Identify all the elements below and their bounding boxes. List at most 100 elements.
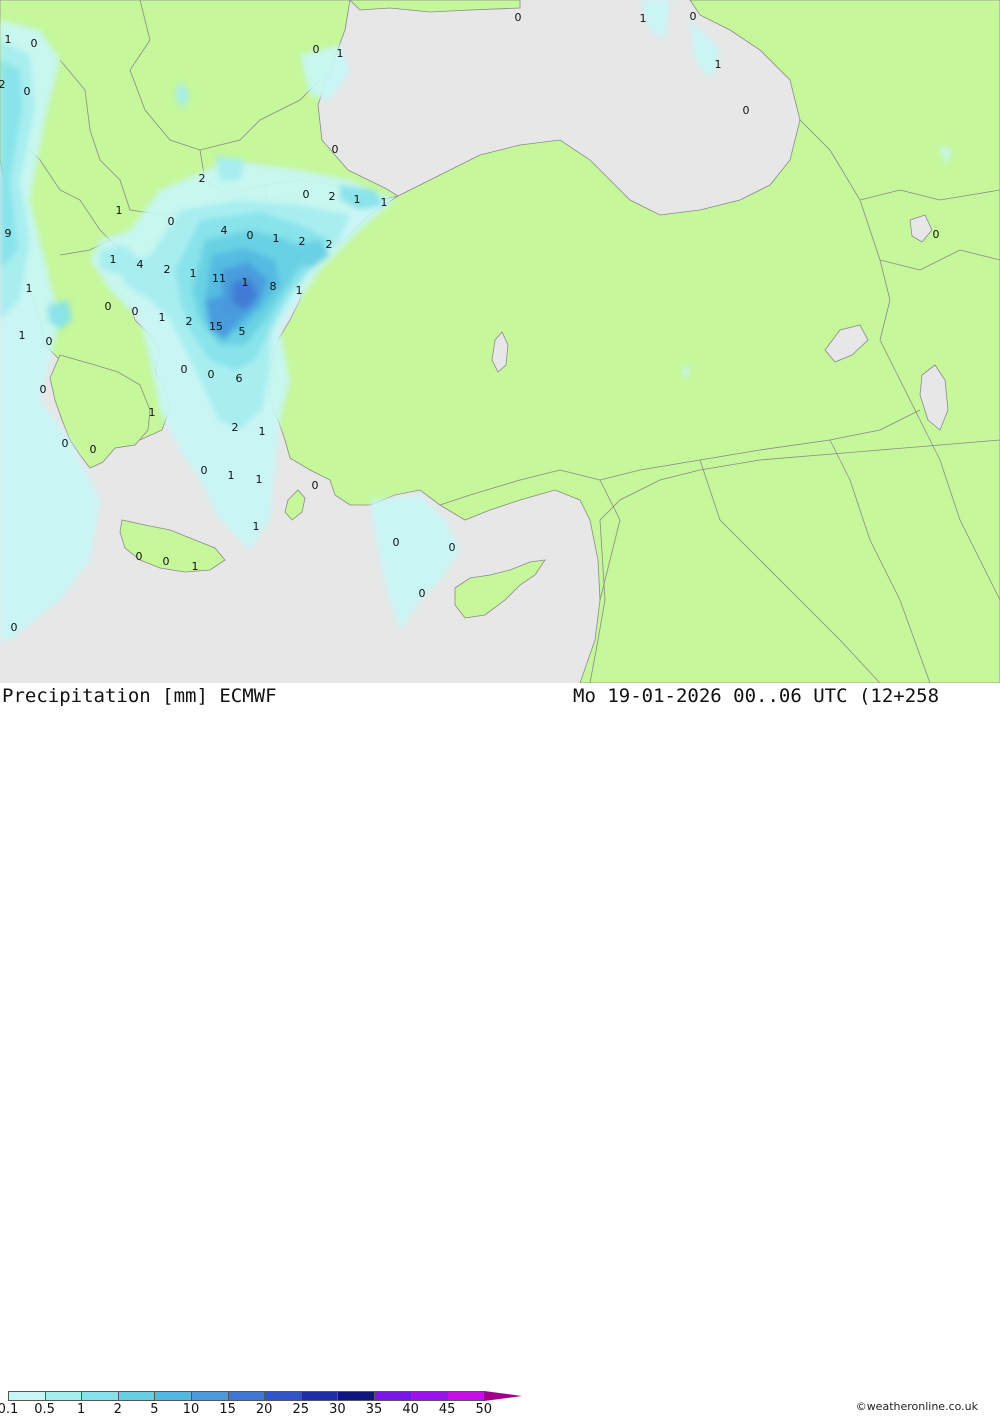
precip-value-label: 0 [61,437,69,450]
precip-value-label: 0 [162,555,170,568]
precip-value-label: 1 [227,469,235,482]
legend-swatch [410,1391,449,1401]
precip-value-label: 0 [312,43,320,56]
precip-value-label: 0 [302,188,310,201]
precip-value-label: 15 [209,320,223,333]
precip-value-label: 0 [448,541,456,554]
precip-value-label: 1 [252,520,260,533]
legend-tick-label: 25 [292,1402,310,1417]
legend-tick-label: 20 [255,1402,273,1417]
precip-value-label: 0 [23,85,31,98]
precip-value-label: 1 [158,311,166,324]
precip-value-label: 4 [136,258,144,271]
precip-value-label: 0 [418,587,426,600]
precip-value-label: 0 [10,621,18,634]
legend-swatch [44,1391,83,1401]
legend-tick-label: 1 [77,1402,86,1417]
precip-value-label: 0 [932,228,940,241]
precip-value-label: 2 [163,263,171,276]
legend-tick-label: 45 [438,1402,456,1417]
precip-value-label: 1 [380,196,388,209]
precip-area [690,20,720,80]
precip-value-label: 1 [714,58,722,71]
precip-value-label: 0 [135,550,143,563]
precip-value-label: 0 [131,305,139,318]
legend-swatch [300,1391,339,1401]
legend-tick-label: 15 [219,1402,236,1417]
precip-area [938,145,952,165]
precip-value-label: 0 [89,443,97,456]
precip-value-label: 11 [212,272,226,285]
precip-value-label: 2 [298,235,306,248]
precip-value-label: 4 [220,224,228,237]
legend-tick-label: 30 [329,1402,346,1417]
precip-value-label: 2 [0,78,6,91]
precip-value-label: 1 [109,253,117,266]
precip-value-label: 0 [246,229,254,242]
legend-swatch [8,1391,46,1401]
precip-value-label: 0 [742,104,750,117]
precip-value-label: 1 [336,47,344,60]
legend-swatch [374,1391,412,1401]
precip-area [175,80,190,110]
precip-value-label: 0 [167,215,175,228]
legend-tick-label: 0.1 [0,1402,19,1417]
precip-value-label: 0 [207,368,215,381]
precip-value-label: 0 [331,143,339,156]
precip-value-label: 0 [200,464,208,477]
precip-value-label: 1 [189,267,197,280]
precip-area [680,365,690,380]
precip-value-label: 1 [191,560,199,573]
precip-value-label: 0 [392,536,400,549]
precip-value-label: 0 [30,37,38,50]
legend-tick-label: 2 [113,1402,122,1417]
precip-value-label: 1 [18,329,26,342]
precip-value-label: 0 [514,11,522,24]
precip-value-label: 1 [148,406,156,419]
precip-value-label: 1 [258,425,266,438]
precip-value-label: 0 [689,10,697,23]
legend-swatch [447,1391,485,1401]
map-footer: Precipitation [mm] ECMWF Mo 19-01-2026 0… [0,683,1000,1417]
precip-value-label: 9 [4,227,12,240]
precip-value-label: 1 [241,276,249,289]
legend-tick-label: 5 [150,1402,159,1417]
legend-tick-label: 35 [365,1402,383,1417]
precip-value-label: 5 [238,325,246,338]
precip-value-label: 1 [295,284,303,297]
precip-value-label: 0 [39,383,47,396]
credit-link[interactable]: ©weatheronline.co.uk [856,1400,978,1413]
legend-tick-label: 0.5 [34,1402,55,1417]
precip-value-label: 6 [235,372,243,385]
precip-value-label: 0 [45,335,53,348]
precip-value-label: 1 [272,232,280,245]
legend-swatch [337,1391,375,1401]
precip-value-label: 1 [353,193,361,206]
precip-value-label: 1 [4,33,12,46]
precip-value-label: 1 [255,473,263,486]
precip-value-label: 2 [328,190,336,203]
legend-swatch [227,1391,266,1401]
precip-value-label: 2 [325,238,333,251]
precip-value-label: 2 [231,421,239,434]
precip-value-label: 0 [104,300,112,313]
legend-swatch [154,1391,192,1401]
precip-value-label: 1 [639,12,647,25]
precip-value-label: 2 [185,315,193,328]
precip-area [370,495,460,630]
precipitation-overlay [0,0,952,640]
precip-value-label: 0 [180,363,188,376]
legend-arrow-icon [483,1391,522,1401]
precipitation-map[interactable]: 1 0 2 0 0 1 0 1 0 1 0 0 2 0 2 1 1 1 0 4 0 1 2 2 9 0 1 4 2 1 11 1 8 1 1 0 0 1 2… [0,0,1000,684]
precip-value-label: 0 [311,479,319,492]
legend-swatch [264,1391,302,1401]
precip-value-label: 8 [269,280,277,293]
precip-value-label: 2 [198,172,206,185]
legend-swatch [191,1391,229,1401]
precip-area [215,155,245,182]
precip-value-label: 1 [115,204,123,217]
legend-tick-label: 10 [182,1402,200,1417]
legend-tick-label: 40 [402,1402,419,1417]
map-title: Precipitation [mm] ECMWF [2,685,277,707]
map-datetime: Mo 19-01-2026 00..06 UTC (12+258 [573,685,940,707]
